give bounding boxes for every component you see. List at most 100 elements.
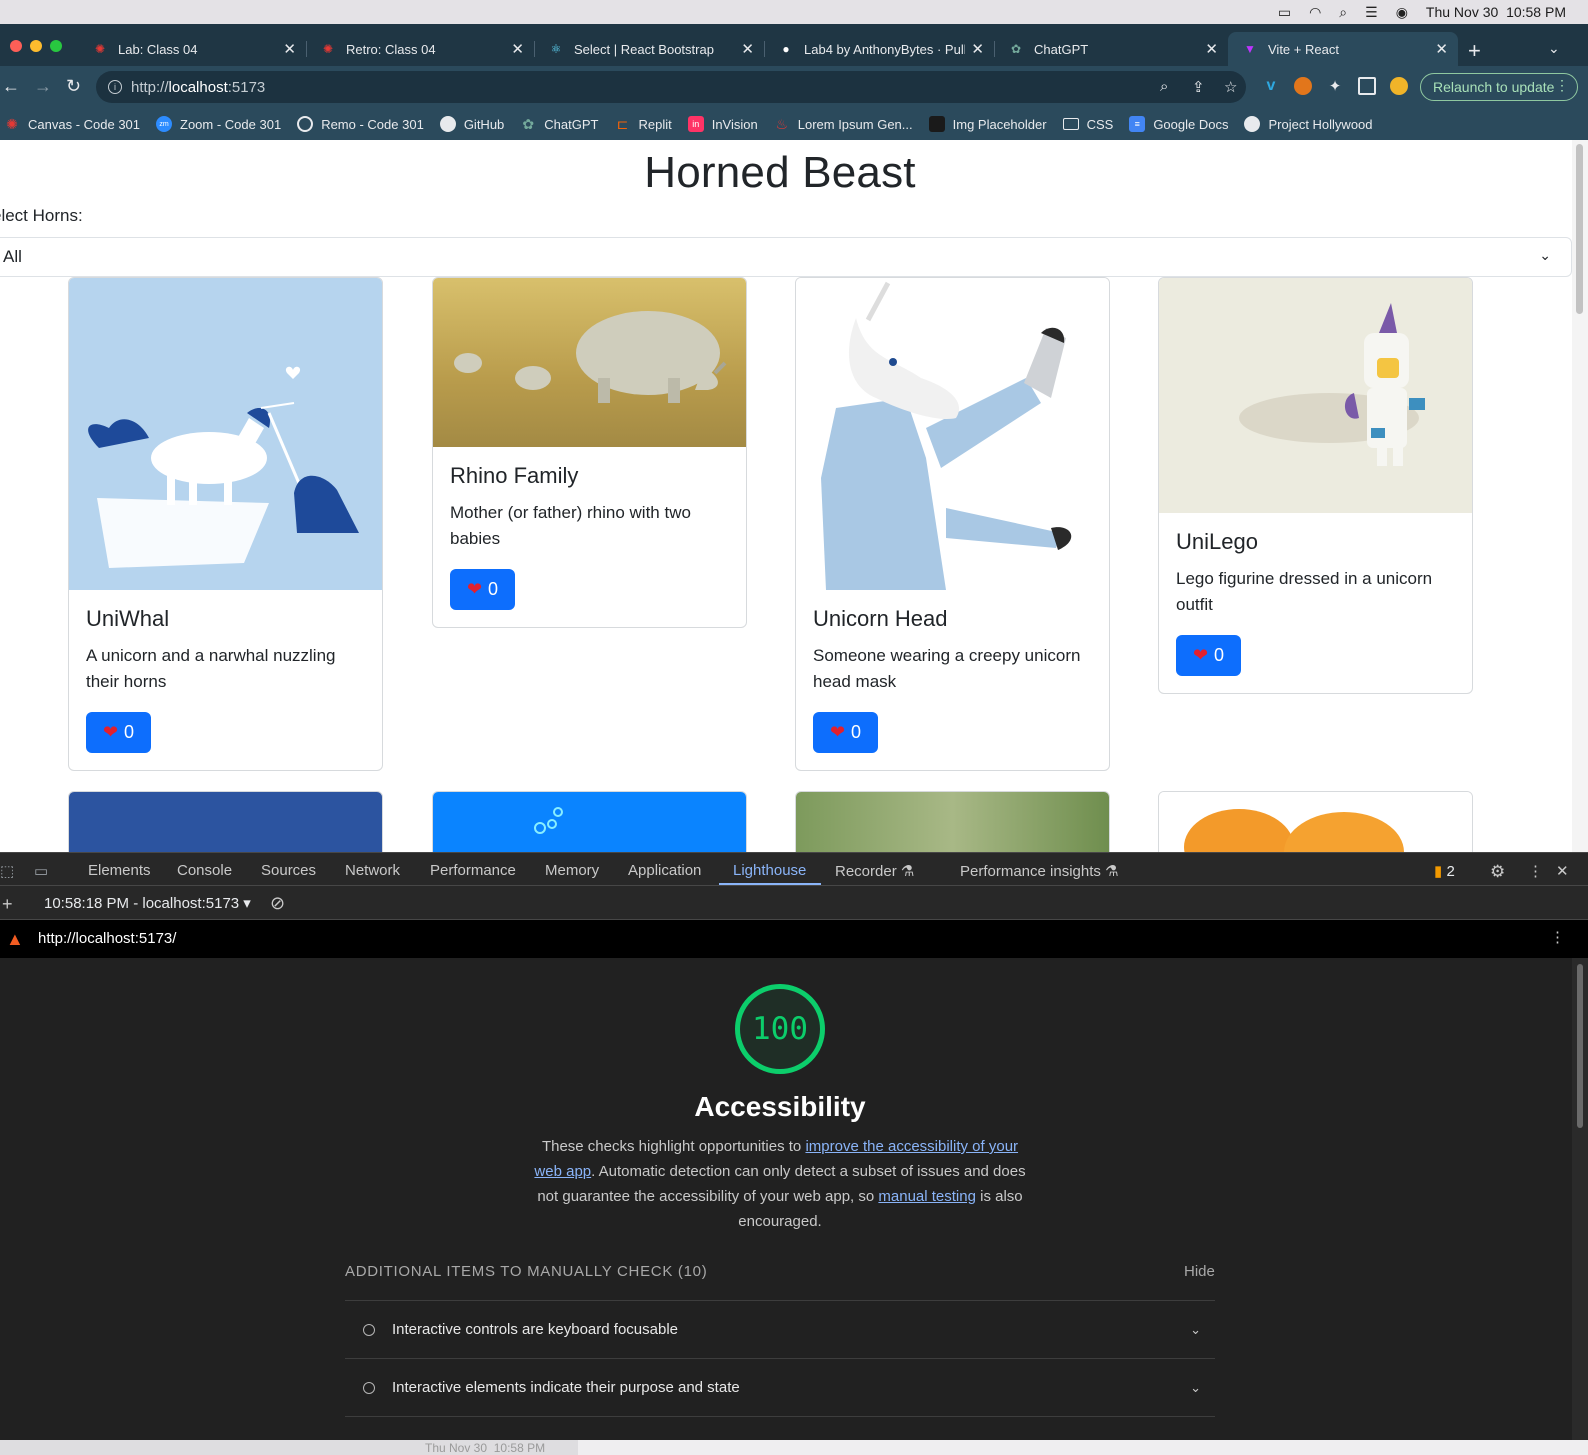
siri-icon[interactable]: ◉ <box>1396 4 1408 21</box>
extensions-icon[interactable]: ✦ <box>1326 77 1344 95</box>
minimize-window-button[interactable] <box>30 40 42 52</box>
manual-check-heading: ADDITIONAL ITEMS TO MANUALLY CHECK (10) <box>345 1263 708 1280</box>
address-bar[interactable]: i http://localhost:5173 <box>96 71 1246 103</box>
audit-item[interactable]: Interactive elements indicate their purp… <box>345 1358 1215 1416</box>
close-tab-icon[interactable]: ✕ <box>283 40 296 58</box>
tab-search-icon[interactable]: ⌄ <box>1548 40 1560 57</box>
new-tab-icon[interactable]: + <box>1468 38 1481 64</box>
side-panel-icon[interactable] <box>1358 77 1376 95</box>
card-image[interactable] <box>1159 792 1472 852</box>
like-button[interactable]: ❤ 0 <box>86 712 151 753</box>
wifi-icon[interactable]: ◠ <box>1309 4 1321 21</box>
scrollbar-thumb[interactable] <box>1577 964 1583 1128</box>
close-tab-icon[interactable]: ✕ <box>511 40 524 58</box>
tab-sources[interactable]: Sources <box>261 862 316 879</box>
image-icon <box>928 116 945 132</box>
audit-item[interactable]: Interactive controls are keyboard focusa… <box>345 1300 1215 1358</box>
battery-icon[interactable]: ▭ <box>1278 4 1291 21</box>
card-image[interactable] <box>69 792 382 852</box>
issues-counter[interactable]: ▮ 2 <box>1434 862 1455 880</box>
tab-elements[interactable]: Elements <box>88 862 151 879</box>
manual-testing-link[interactable]: manual testing <box>878 1188 976 1205</box>
bookmark-item[interactable]: ♨ Lorem Ipsum Gen... <box>774 116 912 132</box>
tab-lighthouse[interactable]: Lighthouse <box>733 862 806 879</box>
bookmark-item[interactable]: in InVision <box>687 116 758 132</box>
beast-card: UniWhal A unicorn and a narwhal nuzzling… <box>68 277 383 771</box>
beast-card <box>795 791 1110 852</box>
like-button[interactable]: ❤ 0 <box>450 569 515 610</box>
report-selector[interactable]: 10:58:18 PM - localhost:5173 ▾ <box>44 894 251 912</box>
settings-gear-icon[interactable]: ⚙ <box>1490 862 1505 882</box>
beast-card: Unicorn Head Someone wearing a creepy un… <box>795 277 1110 771</box>
browser-tab[interactable]: ⚛ Select | React Bootstrap ✕ <box>534 32 765 66</box>
bookmark-item[interactable]: Img Placeholder <box>928 116 1047 132</box>
browser-tab[interactable]: ✿ ChatGPT ✕ <box>994 32 1228 66</box>
bookmark-item[interactable]: ⊏ Replit <box>614 116 672 132</box>
tab-performance[interactable]: Performance <box>430 862 516 879</box>
close-tab-icon[interactable]: ✕ <box>741 40 754 58</box>
github-icon: ● <box>782 42 790 56</box>
uniwhal-image[interactable] <box>69 278 382 590</box>
github-icon <box>1244 116 1261 132</box>
spotlight-icon[interactable]: ⌕ <box>1339 4 1347 21</box>
like-button[interactable]: ❤ 0 <box>813 712 878 753</box>
browser-tab[interactable]: ✺ Lab: Class 04 ✕ <box>78 32 307 66</box>
share-icon[interactable]: ⇪ <box>1192 78 1205 96</box>
site-info-icon[interactable]: i <box>108 80 122 94</box>
metamask-extension-icon[interactable] <box>1294 77 1312 95</box>
bookmark-item[interactable]: Remo - Code 301 <box>297 116 424 132</box>
inspect-element-icon[interactable]: ⬚ <box>0 862 14 880</box>
card-image[interactable] <box>796 792 1109 852</box>
menubar-clock[interactable]: Thu Nov 30 10:58 PM <box>1426 4 1566 20</box>
like-button[interactable]: ❤ 0 <box>1176 635 1241 676</box>
zoom-window-button[interactable] <box>50 40 62 52</box>
browser-tab[interactable]: ✺ Retro: Class 04 ✕ <box>306 32 535 66</box>
tab-recorder[interactable]: Recorder ⚗ <box>835 862 914 880</box>
bookmark-item[interactable]: zm Zoom - Code 301 <box>156 116 281 132</box>
tab-memory[interactable]: Memory <box>545 862 599 879</box>
browser-tab-active[interactable]: ▼ Vite + React ✕ <box>1228 32 1458 66</box>
close-devtools-icon[interactable]: ✕ <box>1556 862 1569 880</box>
profile-avatar[interactable] <box>1390 77 1408 95</box>
control-center-icon[interactable]: ☰ <box>1365 4 1378 21</box>
tab-application[interactable]: Application <box>628 862 701 879</box>
card-image[interactable] <box>433 792 746 852</box>
close-window-button[interactable] <box>10 40 22 52</box>
bookmark-item[interactable]: GitHub <box>439 116 504 132</box>
reload-icon[interactable]: ↻ <box>66 76 81 97</box>
bookmark-item[interactable]: ✿ ChatGPT <box>520 116 598 132</box>
browser-tab[interactable]: ● Lab4 by AnthonyBytes · Pull ✕ <box>764 32 995 66</box>
tab-performance-insights[interactable]: Performance insights ⚗ <box>960 862 1119 880</box>
close-tab-icon[interactable]: ✕ <box>971 40 984 58</box>
back-icon[interactable]: ← <box>2 76 20 97</box>
horns-select[interactable]: All ⌄ <box>0 237 1572 277</box>
page-scrollbar[interactable] <box>1572 140 1588 852</box>
scrollbar-thumb[interactable] <box>1576 144 1583 314</box>
vimeo-extension-icon[interactable]: v <box>1262 77 1280 95</box>
report-menu-icon[interactable]: ⋮ <box>1550 928 1565 946</box>
bookmark-item[interactable]: ≡ Google Docs <box>1129 116 1228 132</box>
close-tab-icon[interactable]: ✕ <box>1435 40 1448 58</box>
forward-icon[interactable]: → <box>34 76 52 97</box>
hide-button[interactable]: Hide <box>1184 1263 1215 1280</box>
close-tab-icon[interactable]: ✕ <box>1205 40 1218 58</box>
report-scrollbar[interactable] <box>1572 958 1588 1440</box>
devtools-more-icon[interactable]: ⋮ <box>1528 862 1543 880</box>
zoom-icon[interactable]: ⌕ <box>1160 78 1168 95</box>
bookmark-item[interactable]: ✺ Canvas - Code 301 <box>4 116 140 132</box>
bookmark-item[interactable]: Project Hollywood <box>1244 116 1373 132</box>
bookmark-star-icon[interactable]: ☆ <box>1224 78 1237 96</box>
clear-reports-icon[interactable]: ⊘ <box>270 893 285 914</box>
unicorn-head-image[interactable] <box>796 278 1109 590</box>
more-menu-icon[interactable]: ⋮ <box>1555 77 1569 94</box>
relaunch-to-update-button[interactable]: Relaunch to update ⋮ <box>1420 73 1578 101</box>
audit-item[interactable] <box>345 1416 1215 1440</box>
add-report-icon[interactable]: + <box>2 894 13 915</box>
beast-card: Rhino Family Mother (or father) rhino wi… <box>432 277 747 628</box>
unilego-image[interactable] <box>1159 278 1472 513</box>
tab-console[interactable]: Console <box>177 862 232 879</box>
bookmark-item[interactable]: CSS <box>1062 117 1113 132</box>
rhino-family-image[interactable] <box>433 278 746 447</box>
tab-network[interactable]: Network <box>345 862 400 879</box>
device-toolbar-icon[interactable]: ▭ <box>34 862 48 880</box>
